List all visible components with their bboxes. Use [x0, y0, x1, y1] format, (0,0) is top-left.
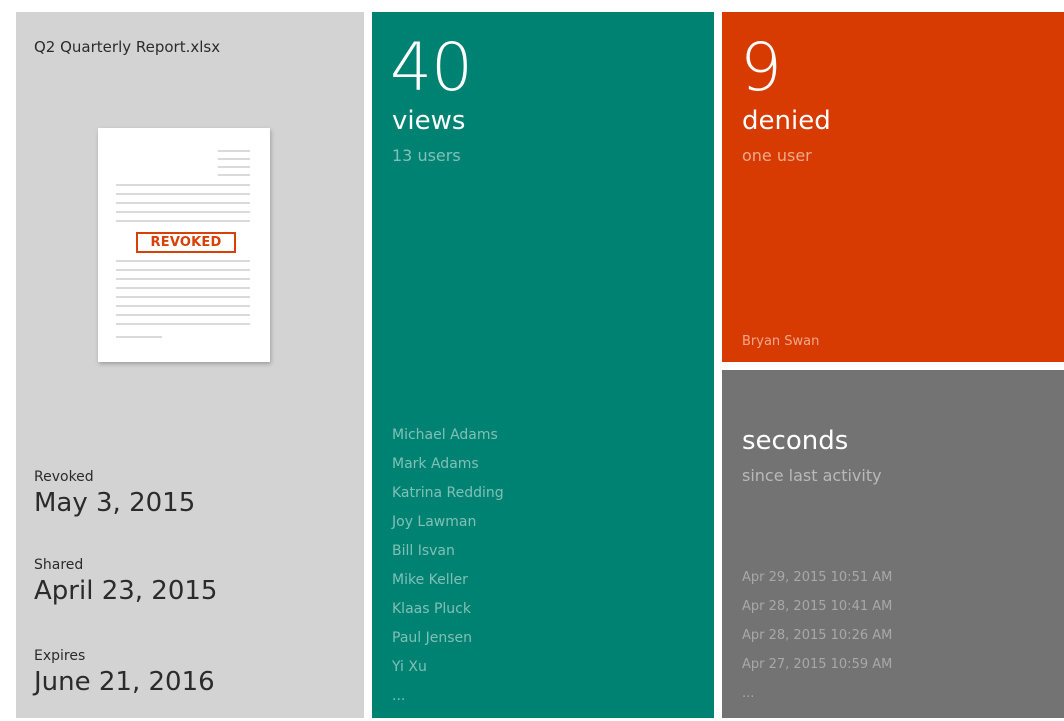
activity-entry[interactable]: Apr 28, 2015 10:26 AM — [742, 621, 892, 650]
shared-date: April 23, 2015 — [34, 576, 218, 606]
activity-tile[interactable]: seconds since last activity Apr 29, 2015… — [722, 370, 1064, 718]
denied-count: 9 — [740, 29, 782, 106]
revoked-label: Revoked — [34, 469, 94, 485]
viewer-item[interactable]: Joy Lawman — [392, 508, 504, 537]
activity-entry[interactable]: Apr 28, 2015 10:41 AM — [742, 592, 892, 621]
viewer-item[interactable]: Mike Keller — [392, 566, 504, 595]
document-revoked-icon: REVOKED — [98, 128, 270, 362]
viewer-item[interactable]: Bill Isvan — [392, 537, 504, 566]
viewer-list: Michael Adams Mark Adams Katrina Redding… — [392, 421, 504, 711]
activity-entry[interactable]: Apr 27, 2015 10:59 AM — [742, 650, 892, 679]
views-count: 40 — [390, 29, 473, 106]
activity-entry[interactable]: Apr 29, 2015 10:51 AM — [742, 563, 892, 592]
viewer-more[interactable]: ... — [392, 682, 504, 711]
denied-user[interactable]: Bryan Swan — [742, 334, 819, 349]
denied-users-count: one user — [742, 146, 812, 165]
activity-sublabel: since last activity — [742, 466, 882, 485]
denied-tile[interactable]: 9 denied one user Bryan Swan — [722, 12, 1064, 362]
revoked-date: May 3, 2015 — [34, 488, 196, 518]
viewer-item[interactable]: Katrina Redding — [392, 479, 504, 508]
viewer-item[interactable]: Mark Adams — [392, 450, 504, 479]
viewer-item[interactable]: Klaas Pluck — [392, 595, 504, 624]
viewer-item[interactable]: Michael Adams — [392, 421, 504, 450]
views-users-count: 13 users — [392, 146, 461, 165]
activity-label: seconds — [742, 426, 849, 456]
viewer-item[interactable]: Yi Xu — [392, 653, 504, 682]
views-tile[interactable]: 40 views 13 users Michael Adams Mark Ada… — [372, 12, 714, 718]
document-tile[interactable]: Q2 Quarterly Report.xlsx REVOKED Revoked… — [16, 12, 364, 718]
expires-date: June 21, 2016 — [34, 667, 215, 697]
shared-label: Shared — [34, 557, 84, 573]
expires-label: Expires — [34, 648, 86, 664]
activity-list: Apr 29, 2015 10:51 AM Apr 28, 2015 10:41… — [742, 563, 892, 708]
views-label: views — [392, 106, 466, 136]
activity-more[interactable]: ... — [742, 679, 892, 708]
denied-label: denied — [742, 106, 831, 136]
viewer-item[interactable]: Paul Jensen — [392, 624, 504, 653]
revoked-stamp: REVOKED — [136, 232, 236, 253]
document-filename[interactable]: Q2 Quarterly Report.xlsx — [34, 38, 220, 56]
